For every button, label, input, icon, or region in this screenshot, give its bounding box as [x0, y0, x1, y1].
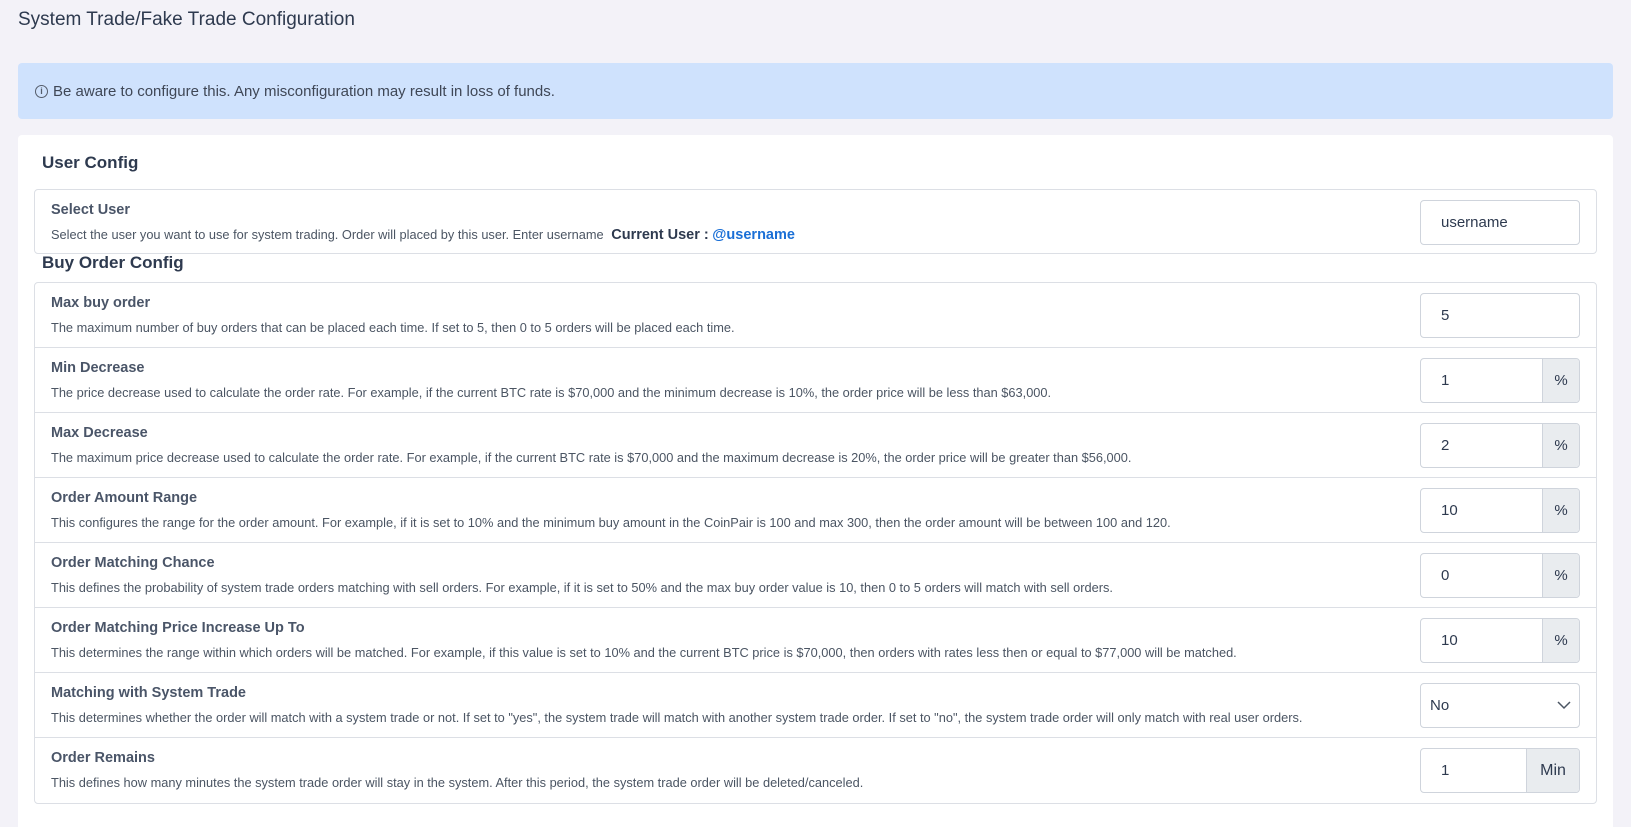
percent-addon: % — [1542, 619, 1579, 662]
chevron-down-icon — [1549, 684, 1579, 727]
max-buy-order-row: Max buy order The maximum number of buy … — [35, 283, 1596, 348]
info-circle-icon: i — [35, 84, 48, 98]
select-user-description: Select the user you want to use for syst… — [51, 227, 795, 243]
order-amount-range-description: This configures the range for the order … — [51, 515, 1171, 530]
order-matching-chance-description: This defines the probability of system t… — [51, 580, 1113, 595]
current-user-value: @username — [712, 227, 795, 243]
order-remains-label: Order Remains — [51, 750, 155, 766]
order-remains-row: Order Remains This defines how many minu… — [35, 738, 1596, 803]
order-matching-price-increase-description: This determines the range within which o… — [51, 645, 1237, 660]
order-remains-control: Min — [1420, 748, 1580, 793]
order-amount-range-input[interactable] — [1421, 489, 1542, 532]
username-input[interactable] — [1421, 201, 1579, 244]
buy-order-config-group: Max buy order The maximum number of buy … — [34, 282, 1597, 804]
select-user-row: Select User Select the user you want to … — [35, 190, 1596, 253]
order-matching-price-increase-row: Order Matching Price Increase Up To This… — [35, 608, 1596, 673]
percent-addon: % — [1542, 424, 1579, 467]
matching-system-trade-description: This determines whether the order will m… — [51, 710, 1303, 725]
order-matching-chance-input[interactable] — [1421, 554, 1542, 597]
warning-alert: i Be aware to configure this. Any miscon… — [18, 63, 1613, 119]
select-user-description-text: Select the user you want to use for syst… — [51, 227, 604, 242]
page-title: System Trade/Fake Trade Configuration — [18, 9, 355, 30]
select-user-label: Select User — [51, 202, 130, 218]
order-matching-chance-row: Order Matching Chance This defines the p… — [35, 543, 1596, 608]
max-buy-order-label: Max buy order — [51, 295, 151, 311]
user-config-group: Select User Select the user you want to … — [34, 189, 1597, 254]
max-decrease-input[interactable] — [1421, 424, 1542, 467]
max-decrease-label: Max Decrease — [51, 425, 148, 441]
order-amount-range-label: Order Amount Range — [51, 490, 198, 506]
min-decrease-label: Min Decrease — [51, 360, 145, 376]
order-amount-range-control: % — [1420, 488, 1580, 533]
max-decrease-control: % — [1420, 423, 1580, 468]
order-matching-price-increase-label: Order Matching Price Increase Up To — [51, 620, 305, 636]
max-decrease-row: Max Decrease The maximum price decrease … — [35, 413, 1596, 478]
order-matching-price-increase-control: % — [1420, 618, 1580, 663]
order-matching-price-increase-input[interactable] — [1421, 619, 1542, 662]
percent-addon: % — [1542, 554, 1579, 597]
min-decrease-row: Min Decrease The price decrease used to … — [35, 348, 1596, 413]
min-decrease-description: The price decrease used to calculate the… — [51, 385, 1052, 400]
percent-addon: % — [1542, 359, 1579, 402]
max-buy-order-description: The maximum number of buy orders that ca… — [51, 320, 735, 335]
config-card: User Config Select User Select the user … — [18, 135, 1613, 827]
order-matching-chance-label: Order Matching Chance — [51, 555, 215, 571]
max-buy-order-control — [1420, 293, 1580, 338]
matching-system-trade-label: Matching with System Trade — [51, 685, 246, 701]
min-decrease-control: % — [1420, 358, 1580, 403]
current-user-label: Current User : — [611, 227, 709, 243]
minutes-addon: Min — [1526, 749, 1579, 792]
buy-order-config-title: Buy Order Config — [42, 253, 184, 272]
matching-system-trade-row: Matching with System Trade This determin… — [35, 673, 1596, 738]
matching-system-trade-select[interactable]: No — [1420, 683, 1580, 728]
max-buy-order-input[interactable] — [1421, 294, 1579, 337]
min-decrease-input[interactable] — [1421, 359, 1542, 402]
percent-addon: % — [1542, 489, 1579, 532]
alert-text: Be aware to configure this. Any misconfi… — [53, 82, 555, 100]
max-decrease-description: The maximum price decrease used to calcu… — [51, 450, 1132, 465]
user-config-title: User Config — [42, 153, 139, 172]
order-matching-chance-control: % — [1420, 553, 1580, 598]
order-remains-description: This defines how many minutes the system… — [51, 775, 864, 790]
order-remains-input[interactable] — [1421, 749, 1526, 792]
matching-system-trade-selected: No — [1430, 697, 1450, 714]
order-amount-range-row: Order Amount Range This configures the r… — [35, 478, 1596, 543]
username-input-wrapper — [1420, 200, 1580, 245]
